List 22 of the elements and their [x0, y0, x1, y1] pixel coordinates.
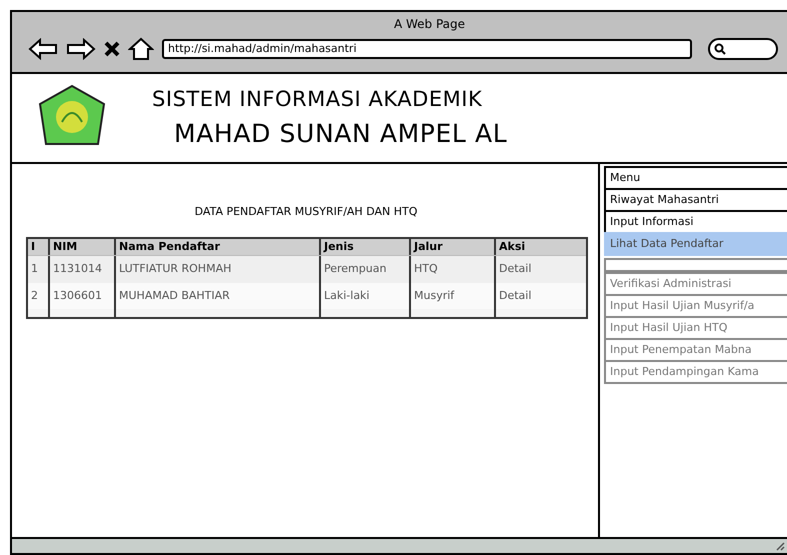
- table-cell: MUHAMAD BAHTIAR: [116, 282, 321, 309]
- table-cell: 1306601: [50, 282, 116, 309]
- table-title: DATA PENDAFTAR MUSYRIF/AH DAN HTQ: [194, 204, 418, 220]
- column-header: Aksi: [498, 238, 526, 254]
- back-arrow-icon[interactable]: [28, 38, 58, 60]
- header-title: SISTEM INFORMASI AKADEMIK: [152, 86, 484, 112]
- table-cell: 2: [28, 282, 50, 309]
- resize-grip-icon: [775, 541, 785, 551]
- menu-item[interactable]: Menu: [604, 166, 787, 190]
- window-title: A Web Page: [394, 16, 466, 33]
- table-cell: Musyrif: [411, 282, 496, 309]
- header-subtitle: MAHAD SUNAN AMPEL AL: [174, 118, 508, 150]
- menu-item[interactable]: Lihat Data Pendaftar: [604, 232, 787, 256]
- search-icon: [714, 43, 726, 55]
- forward-arrow-icon[interactable]: [66, 38, 96, 60]
- close-icon[interactable]: [104, 41, 120, 57]
- home-icon[interactable]: [128, 37, 154, 61]
- url-field[interactable]: http://si.mahad/admin/mahasantri: [162, 39, 692, 59]
- search-field[interactable]: [708, 38, 778, 60]
- table-cell-text: Detail: [498, 261, 532, 277]
- table-cell-text: Detail: [498, 288, 532, 304]
- table-cell: Laki-laki: [321, 282, 411, 309]
